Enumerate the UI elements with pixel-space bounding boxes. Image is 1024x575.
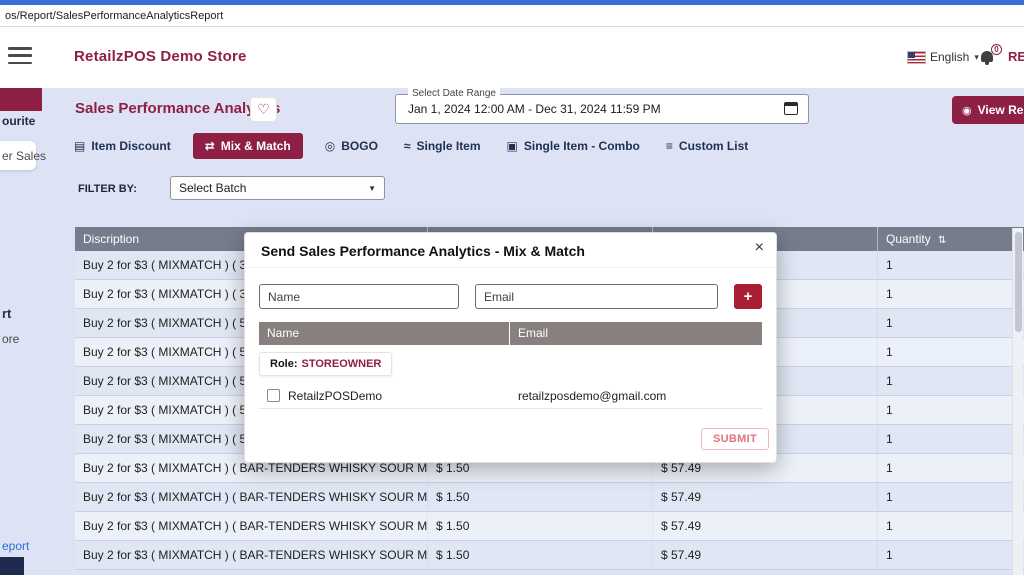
sidebar-footer-block: [0, 557, 24, 575]
recipient-email-column-header: Email: [510, 322, 762, 345]
view-report-button[interactable]: ◉ View Rep: [952, 96, 1024, 124]
cell-amount: $ 57.49: [652, 512, 877, 540]
view-report-label: View Rep: [978, 103, 1024, 117]
recipient-name: RetailzPOSDemo: [288, 389, 510, 403]
favorite-button[interactable]: ♡: [250, 97, 277, 122]
cell-quantity: 1: [877, 338, 1024, 366]
recipient-row: RetailzPOSDemo retailzposdemo@gmail.com: [259, 383, 762, 409]
tab-bogo[interactable]: ◎ BOGO: [321, 133, 382, 159]
tab-label: Item Discount: [91, 139, 170, 153]
us-flag-icon: [908, 52, 925, 63]
tab-label: Single Item: [417, 139, 481, 153]
recipient-email-input[interactable]: [475, 284, 718, 309]
cell-description: Buy 2 for $3 ( MIXMATCH ) ( BAR-TENDERS …: [75, 541, 427, 569]
hamburger-bar: [8, 54, 32, 57]
url-text: os/Report/SalesPerformanceAnalyticsRepor…: [5, 10, 223, 22]
tab-single-item[interactable]: ≈ Single Item: [400, 133, 485, 159]
table-row: Buy 2 for $3 ( MIXMATCH ) ( BAR-TENDERS …: [75, 541, 1024, 570]
cell-quantity: 1: [877, 367, 1024, 395]
add-recipient-button[interactable]: +: [734, 284, 762, 309]
scrollbar-thumb[interactable]: [1015, 232, 1022, 332]
recipient-name-input[interactable]: [259, 284, 459, 309]
report-tabs: ▤ Item Discount ⇄ Mix & Match ◎ BOGO ≈ S…: [70, 131, 752, 160]
hamburger-bar: [8, 47, 32, 50]
tab-single-item-combo[interactable]: ▣ Single Item - Combo: [503, 133, 644, 159]
mix-match-icon: ⇄: [205, 139, 215, 153]
recipient-email: retailzposdemo@gmail.com: [510, 389, 666, 403]
role-label: Role:: [270, 358, 298, 370]
quantity-header-label: Quantity: [886, 232, 931, 246]
recipient-checkbox[interactable]: [267, 389, 280, 402]
cell-description: Buy 2 for $3 ( MIXMATCH ) ( BAR-TENDERS …: [75, 483, 427, 511]
cell-amount: $ 57.49: [652, 483, 877, 511]
sidebar-item-master-sales[interactable]: er Sales: [2, 149, 46, 163]
column-header-quantity[interactable]: Quantity ⇅: [877, 227, 1024, 251]
sidebar-link-report[interactable]: eport: [2, 539, 29, 553]
sidebar-item-favourite[interactable]: ourite: [2, 114, 35, 128]
custom-list-icon: ≡: [666, 139, 673, 153]
cell-quantity: 1: [877, 309, 1024, 337]
tab-label: BOGO: [341, 139, 378, 153]
filter-by-label: FILTER BY:: [78, 183, 137, 195]
cell-quantity: 1: [877, 251, 1024, 279]
language-selector[interactable]: English ▾: [908, 50, 979, 64]
calendar-icon: [784, 102, 798, 115]
notification-badge: 0: [991, 44, 1002, 55]
cell-quantity: 1: [877, 512, 1024, 540]
tab-mix-and-match[interactable]: ⇄ Mix & Match: [193, 133, 303, 159]
date-range-label: Select Date Range: [408, 88, 500, 99]
item-discount-icon: ▤: [74, 139, 85, 153]
language-label: English: [930, 50, 969, 64]
cell-price: $ 1.50: [427, 541, 652, 569]
tab-item-discount[interactable]: ▤ Item Discount: [70, 133, 175, 159]
tab-label: Single Item - Combo: [524, 139, 640, 153]
sort-icon: ⇅: [938, 235, 946, 246]
cell-quantity: 1: [877, 483, 1024, 511]
submit-button[interactable]: SUBMIT: [701, 428, 769, 450]
address-bar[interactable]: os/Report/SalesPerformanceAnalyticsRepor…: [0, 5, 1024, 27]
header-user-fragment[interactable]: RE: [1008, 49, 1024, 64]
modal-divider: [245, 267, 776, 268]
cell-quantity: 1: [877, 541, 1024, 569]
cell-quantity: 1: [877, 396, 1024, 424]
recipient-name-column-header: Name: [259, 322, 510, 345]
cell-quantity: 1: [877, 280, 1024, 308]
sidebar-item-report[interactable]: rt: [2, 306, 11, 321]
cell-description: Buy 2 for $3 ( MIXMATCH ) ( BAR-TENDERS …: [75, 512, 427, 540]
sidebar-highlight: [0, 88, 42, 111]
date-range-value: Jan 1, 2024 12:00 AM - Dec 31, 2024 11:5…: [408, 102, 661, 116]
bogo-icon: ◎: [325, 139, 335, 153]
recipient-list-header: Name Email: [259, 322, 762, 345]
send-report-modal: Send Sales Performance Analytics - Mix &…: [244, 232, 777, 463]
eye-icon: ◉: [962, 104, 972, 117]
single-item-icon: ≈: [404, 139, 411, 153]
batch-select[interactable]: Select Batch ▼: [170, 176, 385, 200]
role-badge: Role: STOREOWNER: [259, 352, 392, 376]
table-row: Buy 2 for $3 ( MIXMATCH ) ( BAR-TENDERS …: [75, 512, 1024, 541]
menu-toggle-button[interactable]: [8, 47, 32, 64]
store-name: RetailzPOS Demo Store: [74, 48, 247, 65]
hamburger-bar: [8, 62, 32, 65]
cell-price: $ 1.50: [427, 483, 652, 511]
notifications-button[interactable]: 0: [978, 44, 1002, 68]
close-icon[interactable]: ×: [755, 239, 764, 257]
tab-label: Custom List: [679, 139, 748, 153]
app-window: os/Report/SalesPerformanceAnalyticsRepor…: [0, 0, 1024, 575]
cell-quantity: 1: [877, 454, 1024, 482]
table-row: Buy 2 for $3 ( MIXMATCH ) ( BAR-TENDERS …: [75, 483, 1024, 512]
cell-quantity: 1: [877, 425, 1024, 453]
tab-custom-list[interactable]: ≡ Custom List: [662, 133, 752, 159]
tab-label: Mix & Match: [221, 139, 291, 153]
sidebar-item-store[interactable]: ore: [2, 332, 19, 346]
dropdown-arrow-icon: ▼: [368, 184, 376, 193]
role-value: STOREOWNER: [302, 358, 382, 370]
single-item-combo-icon: ▣: [507, 139, 518, 153]
table-scrollbar[interactable]: [1012, 228, 1023, 575]
cell-price: $ 1.50: [427, 512, 652, 540]
batch-select-value: Select Batch: [179, 181, 246, 195]
heart-icon: ♡: [257, 101, 270, 118]
modal-title: Send Sales Performance Analytics - Mix &…: [261, 243, 585, 259]
cell-amount: $ 57.49: [652, 541, 877, 569]
